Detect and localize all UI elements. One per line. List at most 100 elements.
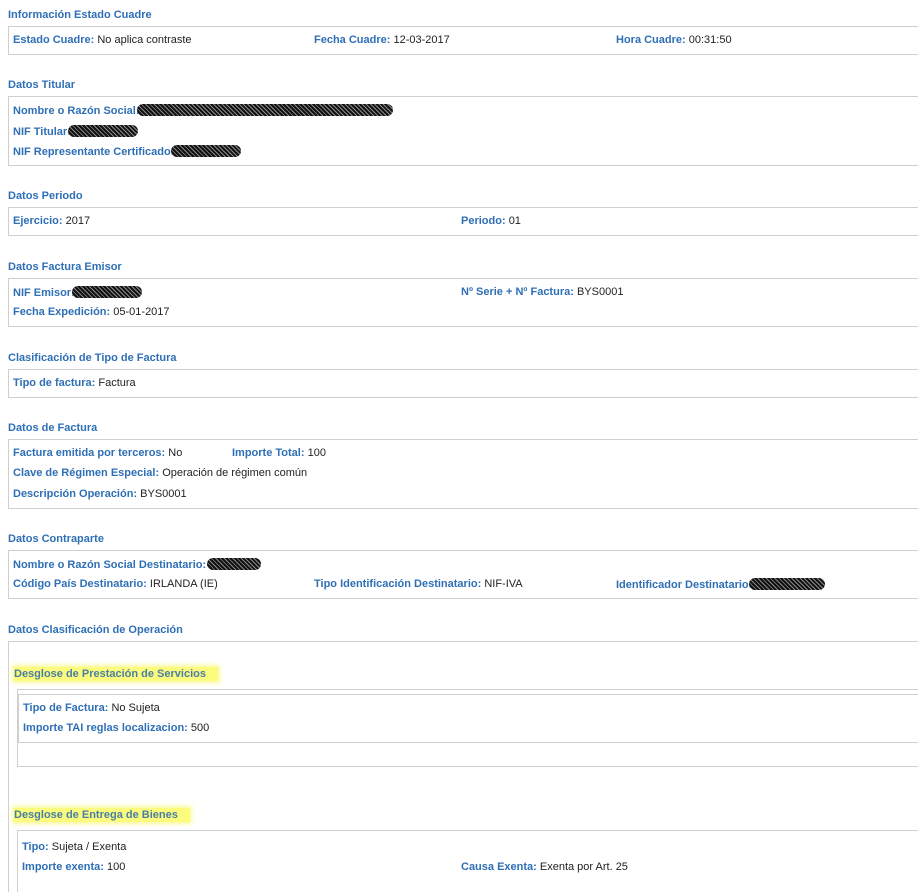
codigo-pais-field: Código País Destinatario: IRLANDA (IE) xyxy=(13,578,218,590)
field-value: 05-01-2017 xyxy=(113,306,170,318)
numero-serie-field: Nº Serie + Nº Factura: BYS0001 xyxy=(461,286,623,298)
field-value: No aplica contraste xyxy=(97,34,192,46)
redacted-value xyxy=(67,125,138,137)
field-row: Código País Destinatario: IRLANDA (IE) T… xyxy=(13,578,918,592)
field-row: Importe TAI reglas localizacion: 500 xyxy=(23,722,918,736)
section-box: Nombre o Razón Social Destinatario: Códi… xyxy=(8,550,918,599)
invoice-detail-page: Información Estado Cuadre Estado Cuadre:… xyxy=(0,0,918,892)
field-value: BYS0001 xyxy=(576,286,624,298)
field-row: Importe exenta: 100 Causa Exenta: Exenta… xyxy=(22,861,918,875)
section-operacion: Datos Clasificación de Operación Desglos… xyxy=(0,624,918,892)
field-label: Nombre o Razón Social Destinatario: xyxy=(13,559,207,571)
field-value: 100 xyxy=(307,447,326,459)
field-label: Tipo Identificación Destinatario: xyxy=(314,578,482,590)
field-value: 100 xyxy=(106,861,126,873)
redacted-value xyxy=(207,558,262,570)
subtitle-text: Desglose de Prestación de Servicios xyxy=(14,668,206,680)
descripcion-operacion-field: Descripción Operación: BYS0001 xyxy=(13,488,187,500)
field-label: Nº Serie + Nº Factura: xyxy=(461,286,574,298)
field-row: Tipo de Factura: No Sujeta xyxy=(23,702,918,716)
field-label: Código País Destinatario: xyxy=(13,578,147,590)
section-title: Datos Clasificación de Operación xyxy=(8,624,183,636)
field-row: Nombre o Razón Social Destinatario: xyxy=(13,558,918,572)
section-box: NIF Emisor: Nº Serie + Nº Factura: BYS00… xyxy=(8,278,918,327)
bienes-subtitle: Desglose de Entrega de Bienes xyxy=(14,808,190,822)
field-label: Descripción Operación: xyxy=(13,488,138,500)
field-value: 2017 xyxy=(65,215,91,227)
field-row: Estado Cuadre: No aplica contraste Fecha… xyxy=(13,34,918,48)
field-label: Fecha Expedición: xyxy=(13,306,111,318)
nif-emisor-field: NIF Emisor: xyxy=(13,286,142,299)
field-label: NIF Emisor: xyxy=(13,287,75,299)
field-row: NIF Representante Certificado: xyxy=(13,145,918,159)
field-row: Ejercicio: 2017 Periodo: 01 xyxy=(13,215,918,229)
field-value: 500 xyxy=(190,722,210,734)
redacted-value xyxy=(71,286,142,298)
servicios-subtitle: Desglose de Prestación de Servicios xyxy=(14,667,218,681)
field-label: NIF Representante Certificado: xyxy=(13,146,175,158)
bienes-tipo-field: Tipo: Sujeta / Exenta xyxy=(22,841,126,853)
field-row: Clave de Régimen Especial: Operación de … xyxy=(13,467,918,481)
section-title: Datos Contraparte xyxy=(8,533,104,545)
field-row: Tipo de factura: Factura xyxy=(13,377,918,391)
servicios-inner-box: Tipo de Factura: No Sujeta Importe TAI r… xyxy=(18,694,918,743)
redacted-value xyxy=(749,578,826,590)
nombre-titular-field: Nombre o Razón Social: xyxy=(13,104,393,117)
field-row: Fecha Expedición: 05-01-2017 xyxy=(13,306,918,320)
field-label: Ejercicio: xyxy=(13,215,63,227)
field-label: Factura emitida por terceros: xyxy=(13,447,166,459)
field-label: Tipo de Factura: xyxy=(23,702,109,714)
servicios-box: Tipo de Factura: No Sujeta Importe TAI r… xyxy=(17,689,918,767)
section-title: Clasificación de Tipo de Factura xyxy=(8,352,177,364)
field-label: Nombre o Razón Social: xyxy=(13,105,140,117)
field-value: Sujeta / Exenta xyxy=(51,841,127,853)
field-value: IRLANDA (IE) xyxy=(149,578,218,590)
field-value: Factura xyxy=(98,377,136,389)
nif-representante-field: NIF Representante Certificado: xyxy=(13,145,242,158)
ejercicio-field: Ejercicio: 2017 xyxy=(13,215,90,227)
section-title: Datos de Factura xyxy=(8,422,98,434)
field-label: Clave de Régimen Especial: xyxy=(13,467,160,479)
field-value: Operación de régimen común xyxy=(162,467,308,479)
nif-titular-field: NIF Titular: xyxy=(13,125,138,138)
redacted-value xyxy=(171,145,242,157)
field-label: Identificador Destinatario: xyxy=(616,579,753,591)
fecha-cuadre-field: Fecha Cuadre: 12-03-2017 xyxy=(314,34,450,46)
section-box: Nombre o Razón Social: NIF Titular: NIF … xyxy=(8,96,918,166)
field-value: 12-03-2017 xyxy=(393,34,450,46)
field-label: Importe TAI reglas localizacion: xyxy=(23,722,188,734)
field-value: 00:31:50 xyxy=(688,34,732,46)
field-value: Exenta por Art. 25 xyxy=(539,861,628,873)
field-row: NIF Titular: xyxy=(13,125,918,139)
field-row: Tipo: Sujeta / Exenta xyxy=(22,841,918,855)
clave-regimen-field: Clave de Régimen Especial: Operación de … xyxy=(13,467,307,479)
importe-total-field: Importe Total: 100 xyxy=(232,447,326,459)
field-row: NIF Emisor: Nº Serie + Nº Factura: BYS00… xyxy=(13,286,918,300)
section-box: Factura emitida por terceros: No Importe… xyxy=(8,439,918,509)
field-value: BYS0001 xyxy=(140,488,187,500)
field-label: Importe exenta: xyxy=(22,861,104,873)
servicios-tipo-field: Tipo de Factura: No Sujeta xyxy=(23,702,160,714)
field-label: Tipo de factura: xyxy=(13,377,96,389)
section-title: Datos Periodo xyxy=(8,190,83,202)
section-title: Datos Titular xyxy=(8,79,76,91)
field-value: NIF-IVA xyxy=(484,578,523,590)
section-box: Estado Cuadre: No aplica contraste Fecha… xyxy=(8,26,918,55)
field-label: NIF Titular: xyxy=(13,126,71,138)
field-value: 01 xyxy=(508,215,521,227)
section-title: Datos Factura Emisor xyxy=(8,261,122,273)
field-row: Descripción Operación: BYS0001 xyxy=(13,488,918,502)
subtitle-text: Desglose de Entrega de Bienes xyxy=(14,809,178,821)
section-box: Tipo de factura: Factura xyxy=(8,369,918,398)
fecha-expedicion-field: Fecha Expedición: 05-01-2017 xyxy=(13,306,170,318)
field-label: Importe Total: xyxy=(232,447,305,459)
bienes-importe-field: Importe exenta: 100 xyxy=(22,861,125,873)
section-title: Información Estado Cuadre xyxy=(8,9,152,21)
field-value: No xyxy=(168,447,183,459)
field-value: No Sujeta xyxy=(111,702,160,714)
field-label: Estado Cuadre: xyxy=(13,34,95,46)
field-label: Causa Exenta: xyxy=(461,861,537,873)
estado-cuadre-field: Estado Cuadre: No aplica contraste xyxy=(13,34,192,46)
nombre-destinatario-field: Nombre o Razón Social Destinatario: xyxy=(13,558,262,571)
redacted-value xyxy=(136,104,393,116)
